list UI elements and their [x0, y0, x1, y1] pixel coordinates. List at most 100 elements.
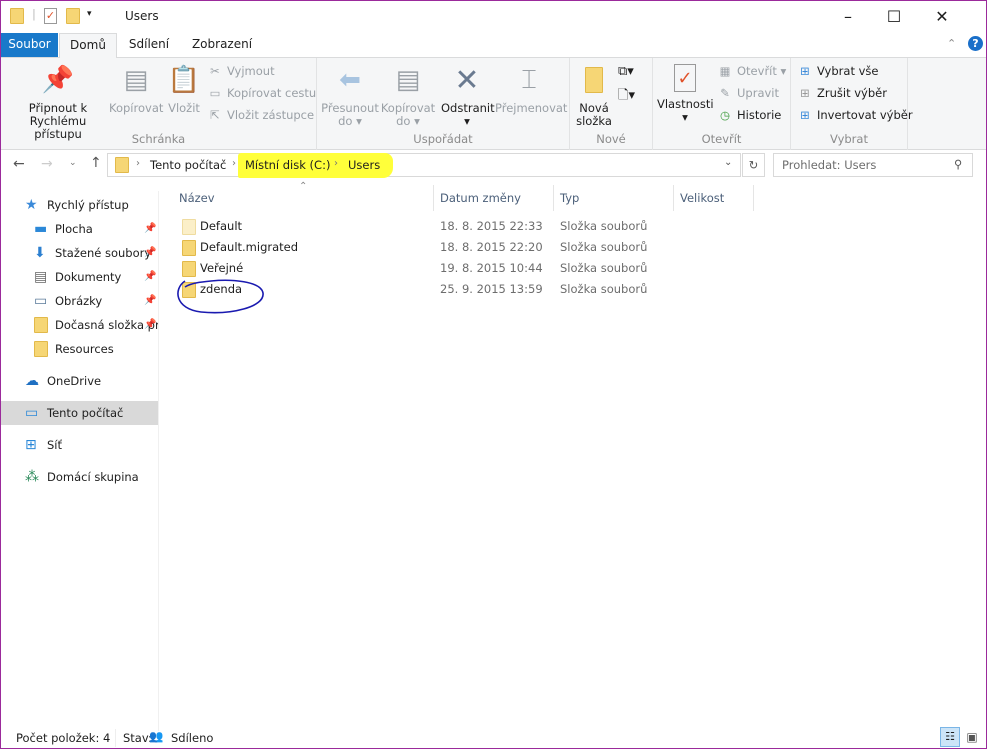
file-row[interactable]: Default.migrated 18. 8. 2015 22:20 Složka … — [171, 237, 731, 258]
pin-quick-access-button[interactable]: 📌 Připnout k Rychlému přístupu — [5, 64, 111, 141]
new-folder-button[interactable]: Nová složka — [574, 64, 614, 128]
column-header-type[interactable]: Typ — [560, 187, 579, 209]
nav-item[interactable]: ★ Rychlý přístup — [1, 193, 158, 217]
column-divider[interactable] — [433, 185, 434, 211]
search-input[interactable]: Prohledat: Users — [782, 158, 876, 172]
nav-item[interactable]: ⬇ Stažené soubory 📌 — [1, 241, 158, 265]
pane-divider[interactable] — [158, 191, 159, 731]
nav-item[interactable]: Dočasná složka pro 📌 — [1, 313, 158, 337]
column-divider[interactable] — [753, 185, 754, 211]
collapse-ribbon-icon[interactable]: ⌃ — [947, 37, 956, 50]
properties-button[interactable]: ✓ Vlastnosti ▾ — [657, 64, 714, 124]
history-icon: ◷ — [719, 108, 731, 122]
nav-item-label: Síť — [47, 438, 63, 452]
nav-item[interactable]: ▭ Obrázky 📌 — [1, 289, 158, 313]
move-to-button[interactable]: ⬅ Přesunout do ▾ — [321, 64, 379, 128]
address-bar[interactable]: › Tento počítač › Místní disk (C:) › Use… — [107, 153, 741, 178]
paste-shortcut-button[interactable]: ⇱ Vložit zástupce — [207, 105, 314, 125]
pictures-icon: ▭ — [34, 293, 48, 309]
recent-locations-button[interactable]: ⌄ — [69, 158, 77, 168]
breadcrumb-local-disk[interactable]: Místní disk (C:) — [245, 158, 330, 172]
history-button[interactable]: ◷ Historie — [717, 105, 781, 125]
scissors-icon: ✂ — [210, 64, 220, 78]
shared-users-icon: 👥 — [149, 729, 164, 743]
new-item-icon[interactable]: ⧉▾ — [618, 64, 634, 79]
nav-item[interactable]: ☁ OneDrive — [1, 369, 158, 393]
minimize-button[interactable]: – — [825, 1, 871, 32]
copy-to-icon: ▤ — [395, 64, 421, 95]
pin-icon[interactable]: 📌 — [144, 217, 156, 241]
tab-view[interactable]: Zobrazení — [187, 33, 257, 57]
status-label: Stav: — [123, 731, 152, 745]
nav-item-label: Plocha — [55, 222, 93, 236]
column-header-date[interactable]: Datum změny — [440, 187, 521, 209]
clipboard-icon: 📋 — [167, 64, 201, 95]
column-divider[interactable] — [553, 185, 554, 211]
star-icon: ★ — [25, 197, 38, 213]
edit-button[interactable]: ✎ Upravit — [717, 83, 779, 103]
customize-toolbar-icon[interactable]: ▾ — [87, 9, 92, 19]
cloud-icon: ☁ — [25, 373, 39, 389]
pin-icon[interactable]: 📌 — [144, 289, 156, 313]
tab-home[interactable]: Domů — [59, 33, 117, 58]
details-view-button[interactable]: ☷ — [940, 727, 960, 747]
refresh-button[interactable]: ↻ — [742, 153, 765, 177]
pin-icon[interactable]: 📌 — [144, 241, 156, 265]
forward-button[interactable]: → — [41, 156, 53, 172]
rename-button[interactable]: ⌶ Přejmenovat — [495, 64, 567, 115]
delete-button[interactable]: ✕ Odstranit ▾ — [441, 64, 495, 128]
download-icon: ⬇ — [34, 245, 46, 261]
breadcrumb-separator: › — [334, 158, 338, 169]
select-all-button[interactable]: ⊞ Vybrat vše — [797, 61, 878, 81]
select-group: ⊞ Vybrat vše ⊞ Zrušit výběr ⊞ Invertovat vý… — [791, 58, 913, 150]
back-button[interactable]: ← — [13, 156, 25, 172]
column-header-size[interactable]: Velikost — [680, 187, 724, 209]
tab-share[interactable]: Sdílení — [121, 33, 177, 57]
desktop-icon: ▬ — [34, 221, 48, 237]
help-icon[interactable]: ? — [968, 36, 983, 51]
paste-button[interactable]: 📋 Vložit — [165, 64, 203, 115]
tab-file[interactable]: Soubor — [1, 33, 58, 57]
move-icon: ⬅ — [339, 64, 361, 95]
copy-to-button[interactable]: ▤ Kopírovat do ▾ — [379, 64, 437, 128]
invert-selection-button[interactable]: ⊞ Invertovat výběr — [797, 105, 912, 125]
column-header-name[interactable]: Název — [179, 187, 215, 209]
select-none-button[interactable]: ⊞ Zrušit výběr — [797, 83, 887, 103]
large-icons-view-button[interactable]: ▣ — [963, 728, 981, 746]
nav-item[interactable]: ▬ Plocha 📌 — [1, 217, 158, 241]
open-group-label: Otevřít — [701, 132, 742, 146]
copy-button[interactable]: ▤ Kopírovat — [109, 64, 163, 115]
maximize-button[interactable]: ☐ — [871, 1, 917, 32]
column-divider[interactable] — [673, 185, 674, 211]
search-box[interactable]: Prohledat: Users ⚲ — [773, 153, 973, 177]
pin-icon[interactable]: 📌 — [144, 265, 156, 289]
file-type: Složka souborů — [560, 282, 648, 296]
select-none-icon: ⊞ — [800, 86, 810, 100]
breadcrumb-users[interactable]: Users — [348, 158, 380, 172]
address-dropdown-icon[interactable]: ⌄ — [724, 157, 732, 168]
properties-quick-icon[interactable]: ✓ — [44, 8, 57, 24]
nav-item[interactable]: ▭ Tento počítač — [1, 401, 158, 425]
up-button[interactable]: ↑ — [90, 155, 102, 171]
easy-access-icon[interactable]: 🗋▾ — [618, 86, 635, 108]
copy-icon: ▤ — [123, 64, 149, 95]
close-button[interactable]: ✕ — [919, 1, 965, 32]
open-button[interactable]: ▦ Otevřít ▾ — [717, 61, 787, 81]
cut-button[interactable]: ✂ Vyjmout — [207, 61, 274, 81]
ribbon: 📌 Připnout k Rychlému přístupu ▤ Kopírovat… — [1, 57, 986, 150]
folder-icon — [182, 219, 196, 235]
file-type: Složka souborů — [560, 219, 648, 233]
nav-item[interactable]: ⁂ Domácí skupina — [1, 465, 158, 489]
hand-drawn-circle-annotation — [177, 279, 264, 314]
nav-item[interactable]: Resources — [1, 337, 158, 361]
explorer-window: | ✓ ▾ Users – ☐ ✕ Soubor Domů Sdílení Zo… — [0, 0, 987, 749]
search-icon[interactable]: ⚲ — [954, 157, 962, 171]
copy-path-button[interactable]: ▭ Kopírovat cestu — [207, 83, 317, 103]
nav-item[interactable]: ⊞ Síť — [1, 433, 158, 457]
breadcrumb-this-pc[interactable]: Tento počítač — [150, 158, 226, 172]
pin-icon[interactable]: 📌 — [144, 313, 156, 337]
item-count: Počet položek: 4 — [16, 731, 111, 745]
file-row[interactable]: Default 18. 8. 2015 22:33 Složka souborů — [171, 216, 731, 237]
nav-item[interactable]: ▤ Dokumenty 📌 — [1, 265, 158, 289]
new-folder-quick-icon[interactable] — [66, 8, 80, 24]
